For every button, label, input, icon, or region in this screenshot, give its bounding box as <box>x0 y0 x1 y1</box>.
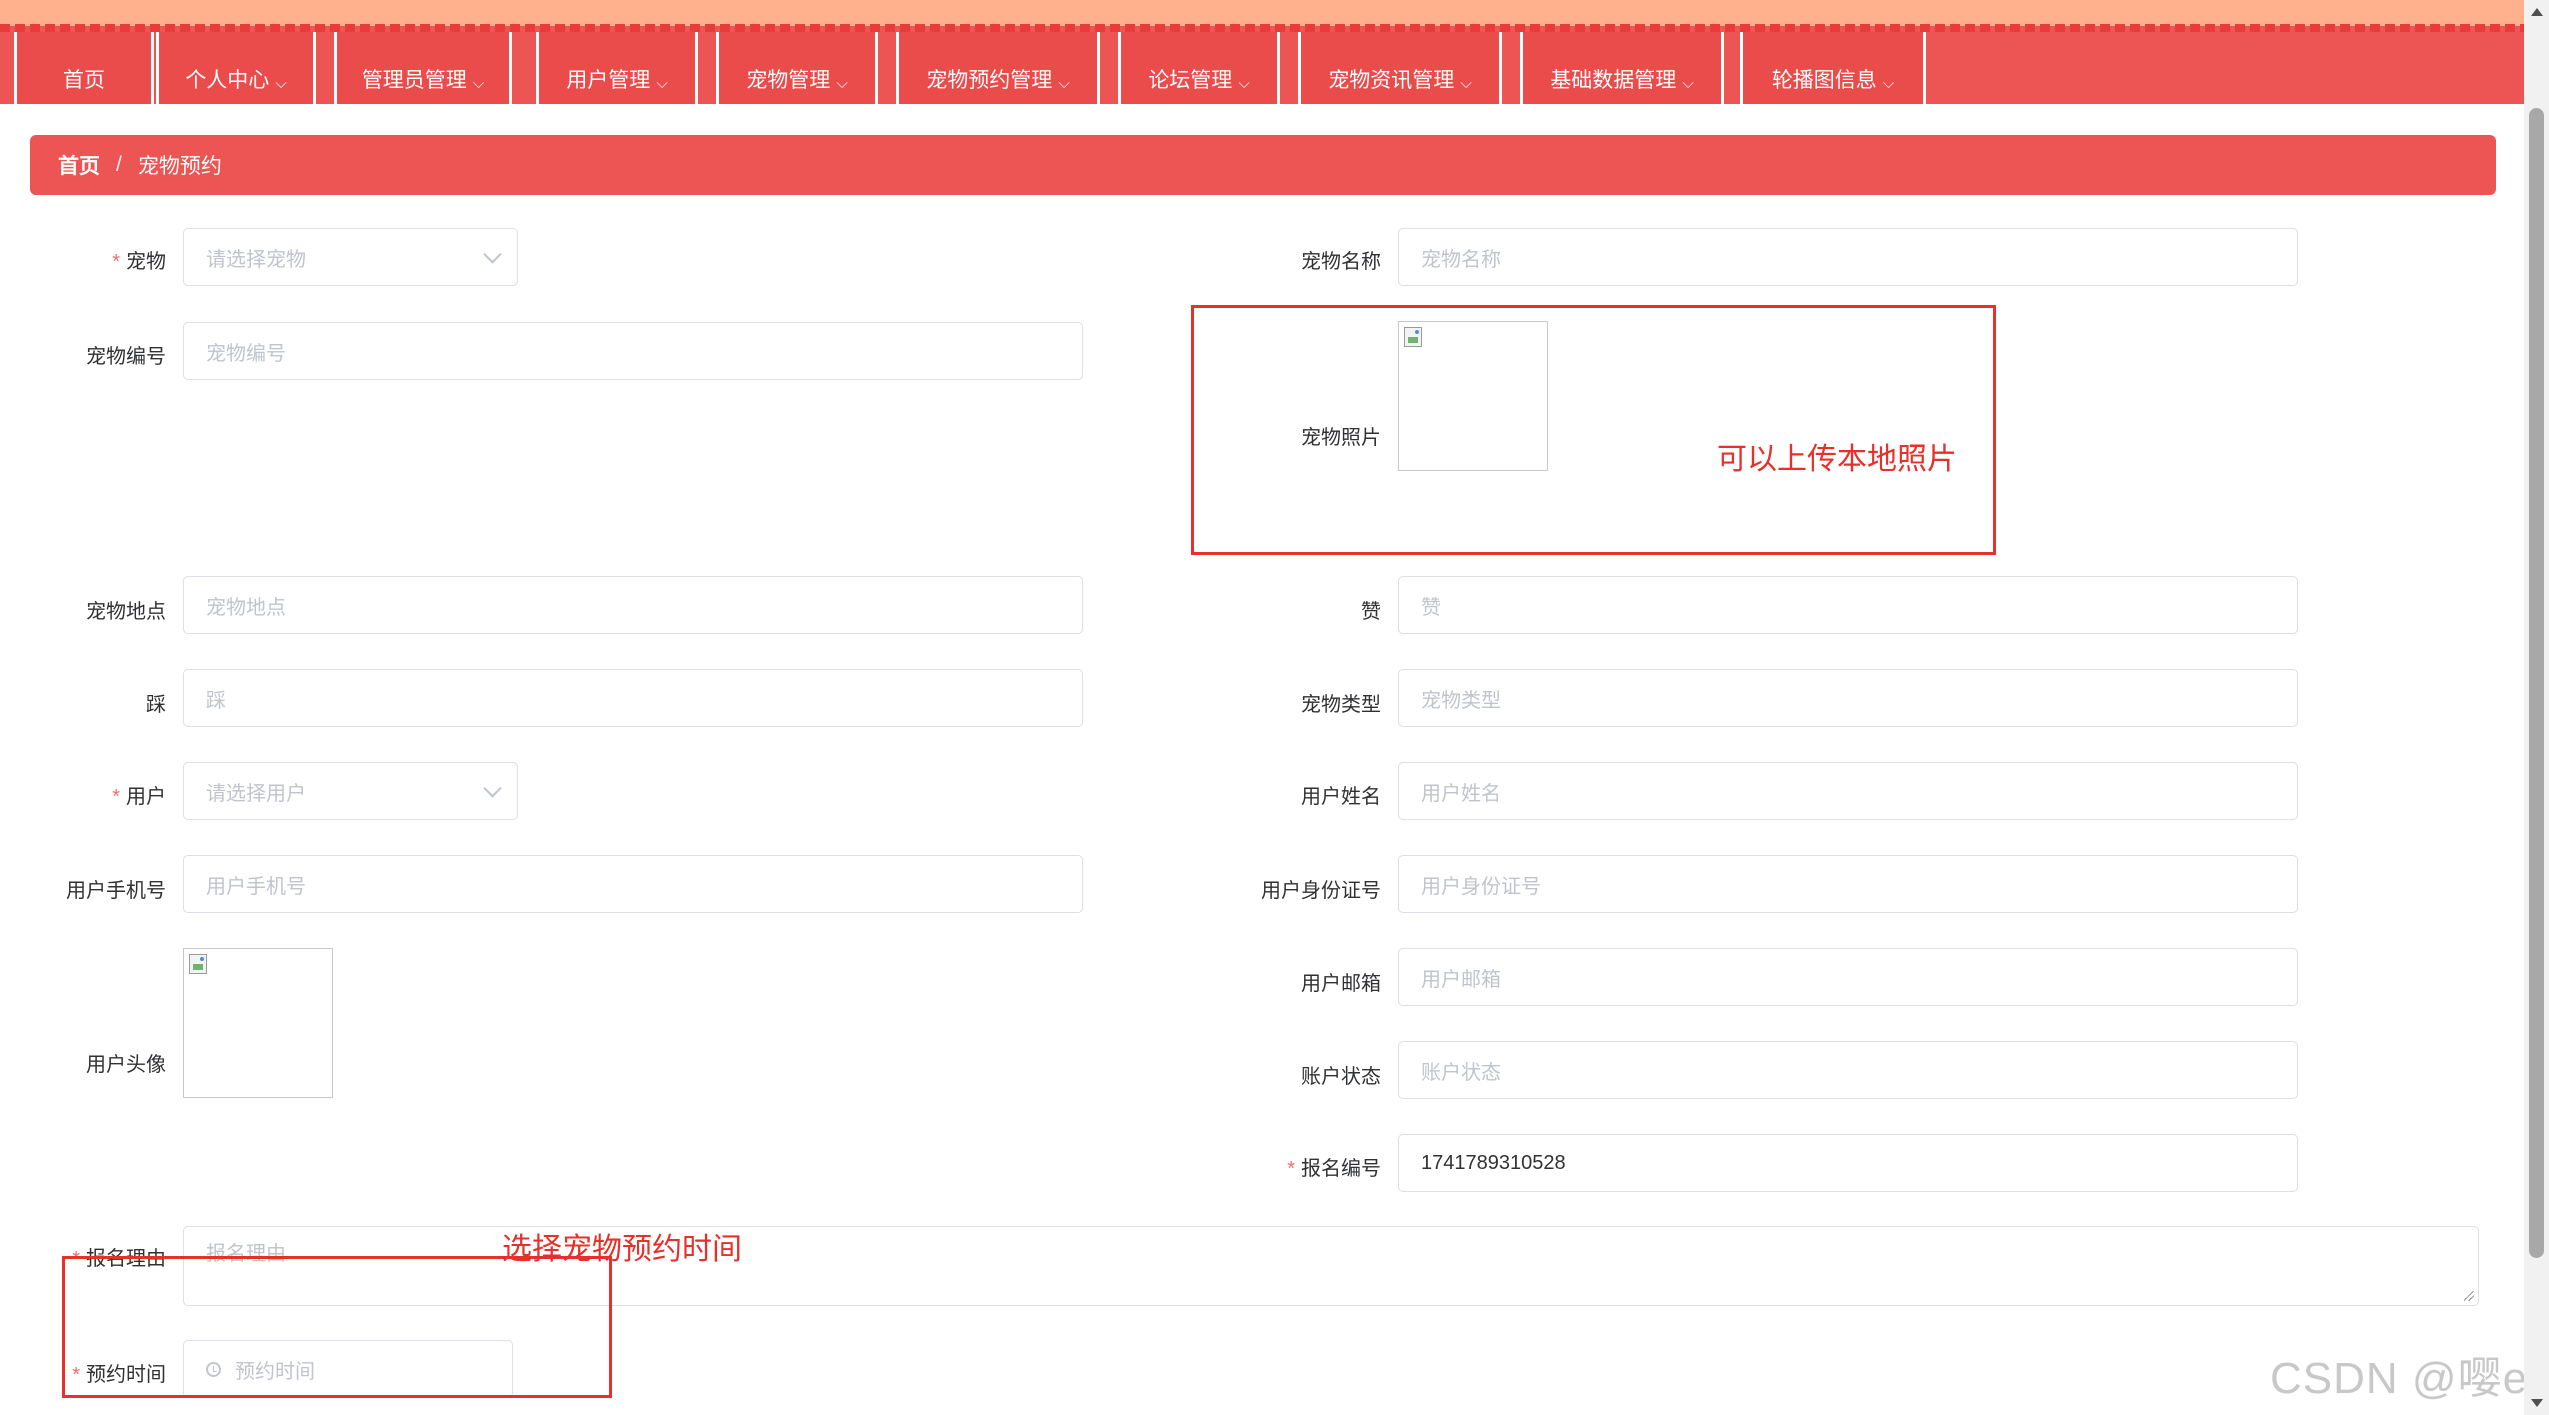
nav-item-label: 首页 <box>63 69 105 92</box>
broken-image-icon <box>189 954 207 974</box>
user-avatar-label: 用户头像 <box>86 1054 166 1076</box>
chevron-down-icon: ⌵ <box>472 75 485 92</box>
chevron-down-icon: ⌵ <box>1460 75 1472 92</box>
pet-location-label: 宠物地点 <box>86 601 166 623</box>
vertical-scrollbar[interactable] <box>2524 0 2549 1415</box>
signup-no-input[interactable]: 1741789310528 <box>1398 1134 2298 1192</box>
user-select[interactable]: 请选择用户 <box>183 762 518 820</box>
user-label: * 用户 <box>112 786 166 808</box>
chevron-down-icon: ⌵ <box>656 75 668 92</box>
scrollbar-thumb[interactable] <box>2529 108 2544 1258</box>
pet-no-input[interactable]: 宠物编号 <box>183 322 1083 380</box>
nav-item-label: 基础数据管理 <box>1550 69 1677 92</box>
resize-handle-icon[interactable] <box>2464 1291 2474 1301</box>
nav-item-label: 论坛管理 <box>1148 69 1233 92</box>
nav-item-label: 宠物管理 <box>746 69 831 92</box>
nav-item-pet-news-management[interactable]: 宠物资讯管理 ⌵ <box>1298 32 1502 104</box>
pet-location-input[interactable]: 宠物地点 <box>183 576 1083 634</box>
nav-item-pet-management[interactable]: 宠物管理 ⌵ <box>716 32 878 104</box>
top-nav: 首页 个人中心 ⌵ 管理员管理 ⌵ 用户管理 ⌵ 宠物管理 ⌵ 宠物预约管理 ⌵ 论坛管理… <box>0 0 2524 104</box>
photo-annotation-box <box>1191 305 1996 555</box>
nav-item-label: 个人中心 <box>185 69 270 92</box>
nav-item-pet-appointment-management[interactable]: 宠物预约管理 ⌵ <box>896 32 1100 104</box>
chevron-down-icon: ⌵ <box>836 75 848 92</box>
nav-item-admin-management[interactable]: 管理员管理 ⌵ <box>334 32 512 104</box>
pet-name-label: 宠物名称 <box>1301 251 1381 273</box>
dislikes-input[interactable]: 踩 <box>183 669 1083 727</box>
likes-label: 赞 <box>1361 601 1381 623</box>
time-annotation-box <box>62 1256 612 1398</box>
chevron-down-icon: ⌵ <box>1882 75 1895 92</box>
nav-decoration-band <box>0 0 2524 26</box>
signup-no-label: * 报名编号 <box>1287 1158 1381 1180</box>
chevron-down-icon: ⌵ <box>1058 75 1070 92</box>
pet-select[interactable]: 请选择宠物 <box>183 228 518 286</box>
account-status-input[interactable]: 账户状态 <box>1398 1041 2298 1099</box>
nav-dashed-border <box>0 24 2524 32</box>
pet-type-label: 宠物类型 <box>1301 694 1381 716</box>
breadcrumb-separator: / <box>116 153 122 176</box>
account-status-label: 账户状态 <box>1301 1066 1381 1088</box>
nav-item-forum-management[interactable]: 论坛管理 ⌵ <box>1118 32 1280 104</box>
chevron-down-icon <box>483 779 502 798</box>
pet-name-input[interactable]: 宠物名称 <box>1398 228 2298 286</box>
dislikes-label: 踩 <box>146 694 166 716</box>
scroll-up-arrow-icon[interactable] <box>2531 8 2543 16</box>
nav-item-label: 用户管理 <box>566 69 651 92</box>
user-phone-input[interactable]: 用户手机号 <box>183 855 1083 913</box>
nav-item-label: 宠物资讯管理 <box>1328 69 1455 92</box>
breadcrumb-current: 宠物预约 <box>137 155 222 178</box>
pet-type-input[interactable]: 宠物类型 <box>1398 669 2298 727</box>
nav-item-label: 管理员管理 <box>361 69 467 92</box>
nav-item-carousel-info[interactable]: 轮播图信息 ⌵ <box>1740 32 1926 104</box>
nav-item-home[interactable]: 首页 <box>14 32 154 104</box>
photo-annotation-text: 可以上传本地照片 <box>1717 443 1957 476</box>
breadcrumb: 首页 / 宠物预约 <box>30 135 2496 195</box>
time-annotation-text: 选择宠物预约时间 <box>502 1233 742 1266</box>
user-avatar-image[interactable] <box>183 948 333 1098</box>
user-name-input[interactable]: 用户姓名 <box>1398 762 2298 820</box>
user-phone-label: 用户手机号 <box>66 880 166 902</box>
chevron-down-icon: ⌵ <box>1238 75 1250 92</box>
chevron-down-icon: ⌵ <box>1682 75 1694 92</box>
scroll-down-arrow-icon[interactable] <box>2531 1399 2543 1407</box>
chevron-down-icon: ⌵ <box>275 75 287 92</box>
nav-item-basic-data-management[interactable]: 基础数据管理 ⌵ <box>1520 32 1724 104</box>
user-name-label: 用户姓名 <box>1301 786 1381 808</box>
user-email-label: 用户邮箱 <box>1301 973 1381 995</box>
likes-input[interactable]: 赞 <box>1398 576 2298 634</box>
nav-item-label: 轮播图信息 <box>1771 69 1877 92</box>
chevron-down-icon <box>483 245 502 264</box>
nav-item-label: 宠物预约管理 <box>926 69 1053 92</box>
breadcrumb-home[interactable]: 首页 <box>58 150 100 180</box>
user-id-card-input[interactable]: 用户身份证号 <box>1398 855 2298 913</box>
pet-no-label: 宠物编号 <box>86 346 166 368</box>
pet-label: * 宠物 <box>112 251 166 273</box>
nav-item-personal-center[interactable]: 个人中心 ⌵ <box>156 32 316 104</box>
nav-item-user-management[interactable]: 用户管理 ⌵ <box>536 32 698 104</box>
user-email-input[interactable]: 用户邮箱 <box>1398 948 2298 1006</box>
watermark: CSDN @嘤er <box>2270 1354 2544 1403</box>
user-id-card-label: 用户身份证号 <box>1261 880 1381 902</box>
